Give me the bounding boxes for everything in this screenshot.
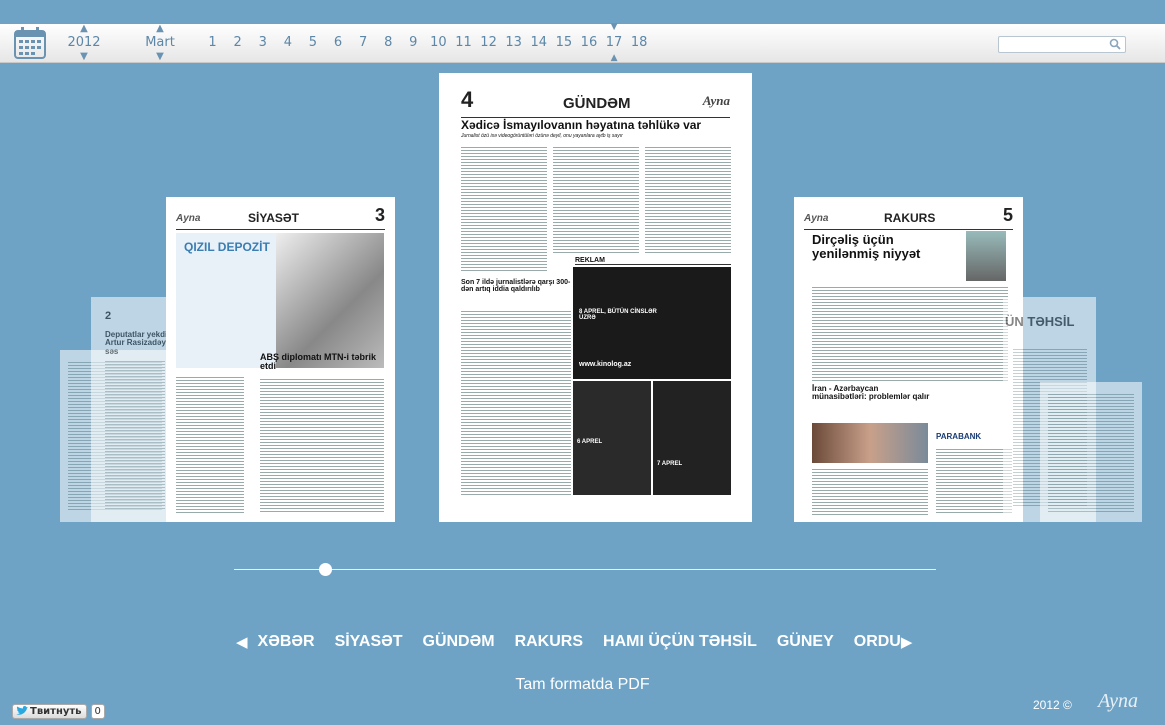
day-link[interactable]: 5	[300, 24, 325, 62]
section-link-guney[interactable]: GÜNEY	[777, 633, 834, 651]
day-link[interactable]: 15	[551, 24, 576, 62]
year-picker: ▲ 2012 ▼	[64, 24, 104, 62]
section-nav: ◀ XƏBƏR SİYASƏT GÜNDƏM RAKURS HAMI ÜÇÜN …	[236, 627, 912, 657]
ad-date-label: 6 APREL	[577, 439, 603, 445]
page-header: 4 GÜNDƏM Ayna	[461, 87, 730, 118]
page-headline: Dirçəliş üçün yenilənmiş niyyət	[812, 232, 921, 261]
page-slider-track[interactable]	[234, 569, 936, 570]
day-link[interactable]: 12	[476, 24, 501, 62]
section-title: GÜNDƏM	[563, 95, 631, 112]
page-headline: Xədicə İsmayılovanın həyatına təhlükə va…	[461, 118, 702, 132]
twitter-bird-icon	[16, 706, 28, 715]
month-value[interactable]: Mart	[141, 34, 179, 52]
story-headline: İran - Azərbaycan münasibətləri: problem…	[812, 384, 930, 402]
site-logo[interactable]: Ayna	[1098, 690, 1138, 713]
day-link[interactable]: 4	[275, 24, 300, 62]
page-headline: ABŞ diplomatı MTN-i təbrik etdi	[260, 352, 377, 372]
tweet-count: 0	[90, 703, 105, 719]
page-number: 5	[1002, 205, 1013, 225]
ad-label: REKLAM	[575, 257, 731, 266]
page-slider-handle[interactable]	[318, 563, 332, 576]
nav-next-arrow-icon[interactable]: ▶	[901, 633, 913, 651]
section-link-tehsil[interactable]: HAMI ÜÇÜN TƏHSİL	[603, 633, 757, 651]
day-link[interactable]: 8	[376, 24, 401, 62]
day-link[interactable]: 6	[325, 24, 350, 62]
tweet-widget: Твитнуть 0	[12, 702, 105, 720]
page-number: 3	[374, 205, 385, 225]
day-link[interactable]: 11	[451, 24, 476, 62]
nav-prev-arrow-icon[interactable]: ◀	[236, 633, 248, 651]
page-number: 4	[461, 87, 474, 112]
page-header: Ayna SİYASƏT 3	[176, 205, 385, 230]
month-picker: ▲ Mart ▼	[141, 24, 179, 62]
year-value[interactable]: 2012	[64, 34, 104, 52]
date-toolbar: ▲ 2012 ▼ ▲ Mart ▼ 1 2 3 4 5 6 7 8 9 10 1…	[0, 23, 1165, 63]
copyright-text: 2012 ©	[1033, 698, 1072, 712]
bank-logo: PARABANK	[936, 432, 982, 441]
day-link[interactable]: 3	[250, 24, 275, 62]
page-thumbnail-far-right[interactable]	[1040, 382, 1142, 522]
year-up-arrow-icon[interactable]: ▲	[64, 24, 104, 34]
ad-title: QIZIL DEPOZİT	[184, 240, 270, 254]
section-link-siyaset[interactable]: SİYASƏT	[335, 633, 403, 651]
section-link-xeber[interactable]: XƏBƏR	[258, 633, 315, 651]
year-down-arrow-icon[interactable]: ▼	[64, 52, 104, 62]
section-title: SİYASƏT	[248, 211, 299, 225]
section-title: RAKURS	[884, 211, 936, 225]
section-link-ordu[interactable]: ORDU	[854, 633, 901, 651]
brand-logo: Ayna	[176, 213, 201, 224]
day-selector: 1 2 3 4 5 6 7 8 9 10 11 12 13 14 15 16 1…	[200, 23, 652, 63]
ad-date-label: 7 APREL	[657, 461, 683, 467]
day-link[interactable]: 10	[426, 24, 451, 62]
day-link[interactable]: 7	[351, 24, 376, 62]
section-link-gundem[interactable]: GÜNDƏM	[423, 633, 495, 651]
tweet-button[interactable]: Твитнуть	[12, 703, 87, 719]
page-subheadline: Jurnalist özü isə videogörüntüləri özünə…	[461, 133, 623, 139]
section-title: ÜN TƏHSİL	[1005, 314, 1075, 329]
ad-url: www.kinolog.az	[579, 361, 632, 368]
month-down-arrow-icon[interactable]: ▼	[141, 52, 179, 62]
tweet-button-label: Твитнуть	[30, 705, 82, 717]
search-input[interactable]	[998, 36, 1126, 53]
page-number: 2	[105, 310, 112, 322]
pdf-download-link[interactable]: Tam formatda PDF	[0, 676, 1165, 694]
page-header: Ayna RAKURS 5	[804, 205, 1013, 230]
page-thumbnail-left[interactable]: Ayna SİYASƏT 3 QIZIL DEPOZİT ABŞ diploma…	[166, 197, 395, 522]
day-link[interactable]: 14	[526, 24, 551, 62]
month-up-arrow-icon[interactable]: ▲	[141, 24, 179, 34]
brand-logo: Ayna	[804, 213, 829, 224]
brand-logo: Ayna	[702, 93, 730, 108]
day-link[interactable]: 1	[200, 24, 225, 62]
day-link[interactable]: 16	[576, 24, 601, 62]
day-link[interactable]: 18	[627, 24, 652, 62]
day-link[interactable]: 13	[501, 24, 526, 62]
day-link[interactable]: 9	[401, 24, 426, 62]
page-thumbnail-right[interactable]: Ayna RAKURS 5 Dirçəliş üçün yenilənmiş n…	[794, 197, 1023, 522]
ad-line: 8 APREL, BÜTÜN CİNSLƏR ÜZRƏ	[579, 309, 657, 322]
calendar-icon[interactable]	[13, 26, 47, 60]
page-current[interactable]: 4 GÜNDƏM Ayna Xədicə İsmayılovanın həyat…	[439, 73, 752, 522]
day-link[interactable]: 2	[225, 24, 250, 62]
search-icon[interactable]	[1109, 38, 1121, 50]
story-headline: Son 7 ildə jurnalistlərə qarşı 300-dən a…	[461, 279, 571, 294]
section-link-rakurs[interactable]: RAKURS	[515, 633, 583, 651]
day-link-selected[interactable]: 17	[602, 23, 627, 63]
